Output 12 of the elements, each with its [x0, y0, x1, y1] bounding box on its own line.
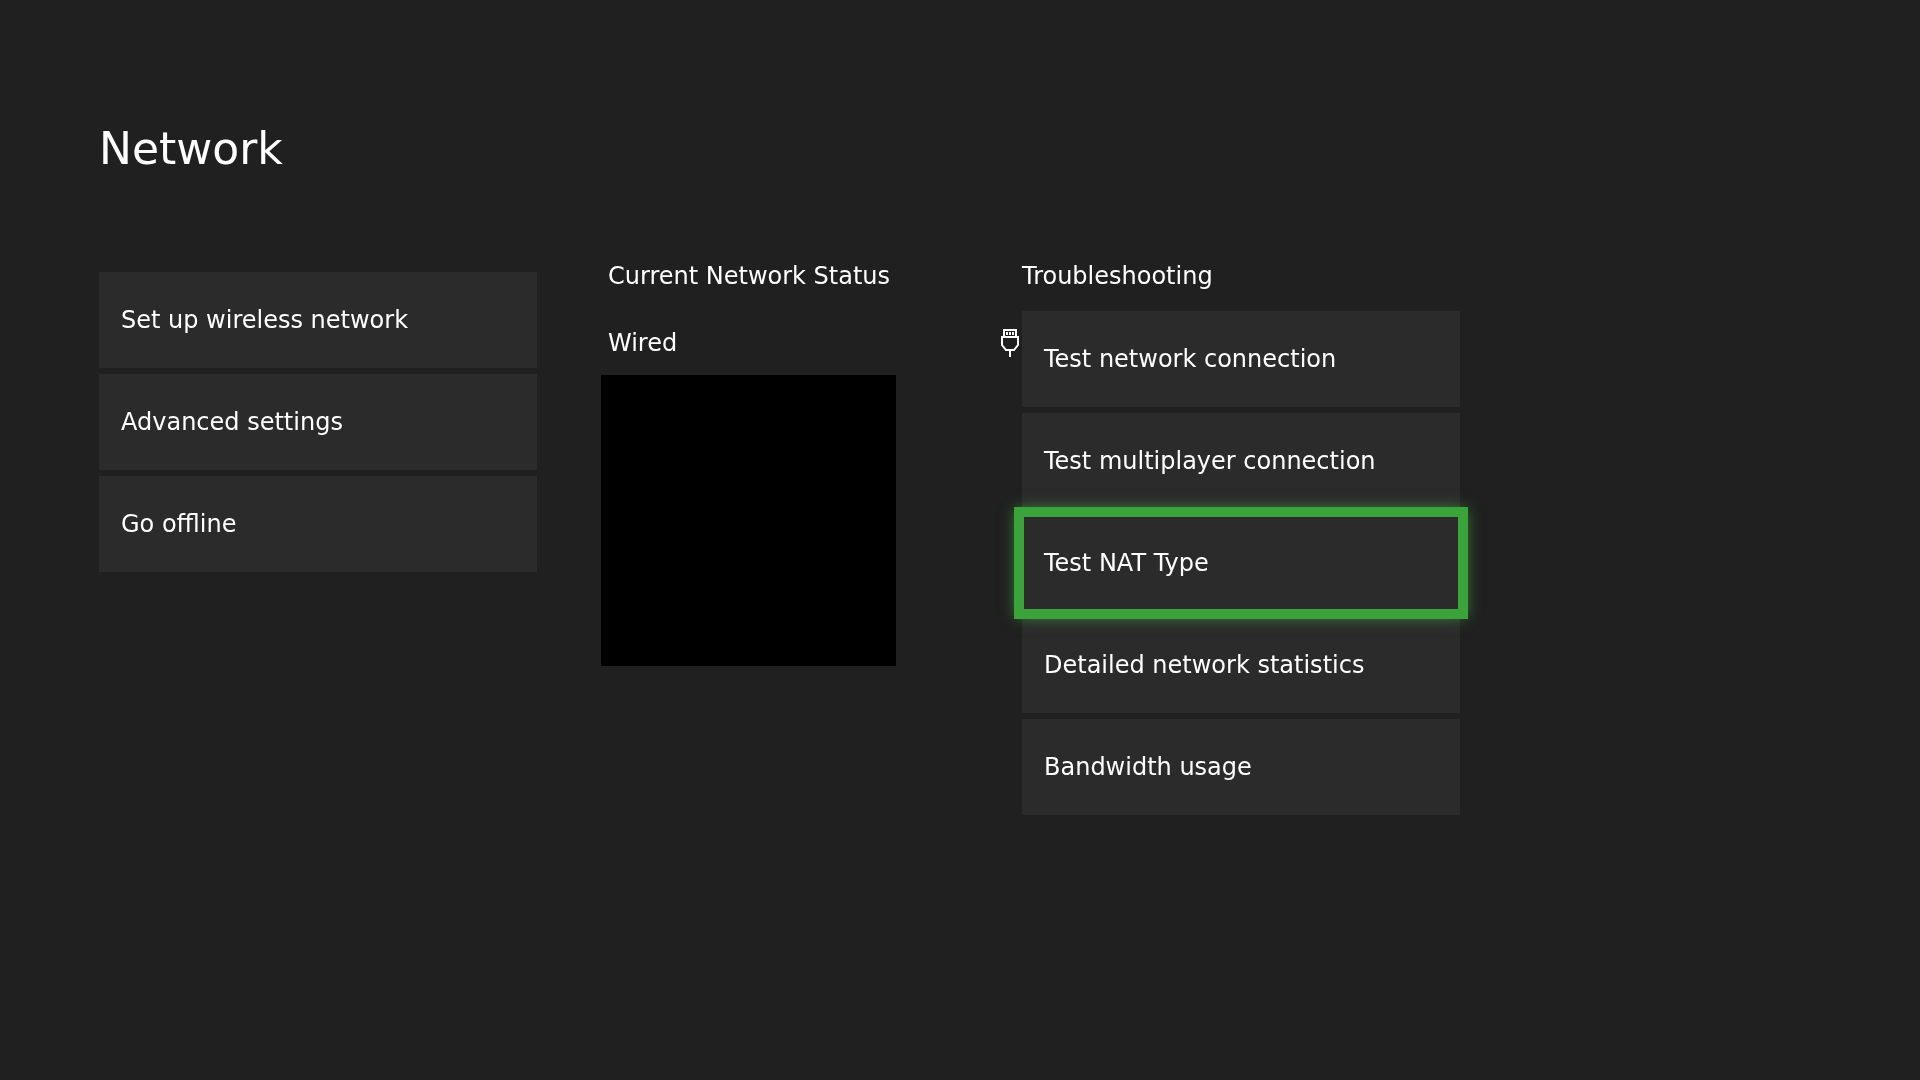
menu-item[interactable]: Advanced settings: [99, 374, 537, 470]
menu-item[interactable]: Go offline: [99, 476, 537, 572]
section-heading: Troubleshooting: [1022, 261, 1214, 292]
connection-type: Wired: [608, 329, 678, 357]
menu-item[interactable]: Set up wireless network: [99, 272, 537, 368]
page-title: Network: [99, 122, 284, 176]
menu-item[interactable]: Test multiplayer connection: [1022, 413, 1460, 509]
section-heading: Current Network Status: [607, 261, 892, 292]
menu-item[interactable]: Test network connection: [1022, 311, 1460, 407]
menu-item[interactable]: Bandwidth usage: [1022, 719, 1460, 815]
ethernet-plug-icon: [1001, 329, 1019, 357]
menu-item[interactable]: Detailed network statistics: [1022, 617, 1460, 713]
